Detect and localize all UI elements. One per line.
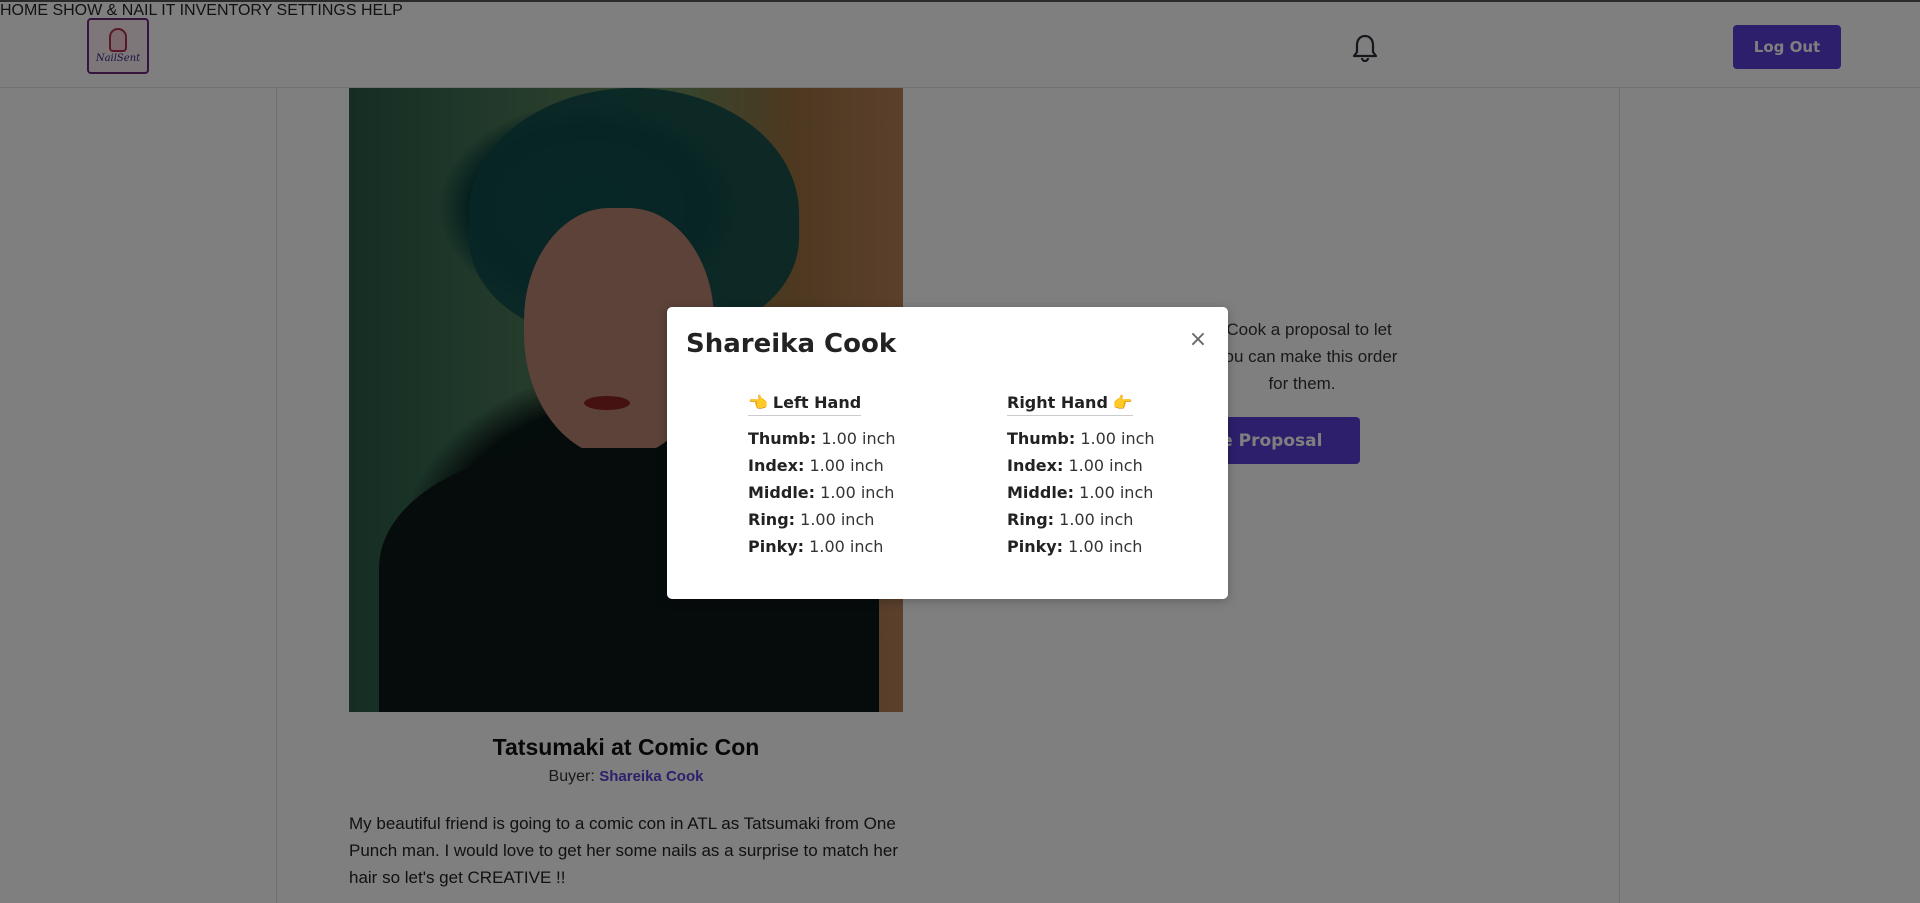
finger-value: 1.00 inch bbox=[820, 483, 895, 502]
finger-row: Index: 1.00 inch bbox=[748, 452, 948, 479]
finger-value: 1.00 inch bbox=[1080, 429, 1155, 448]
finger-row: Pinky: 1.00 inch bbox=[1007, 533, 1207, 560]
finger-value: 1.00 inch bbox=[1068, 537, 1143, 556]
finger-row: Middle: 1.00 inch bbox=[748, 479, 948, 506]
finger-value: 1.00 inch bbox=[800, 510, 875, 529]
finger-name: Thumb: bbox=[748, 429, 817, 448]
finger-value: 1.00 inch bbox=[1079, 483, 1154, 502]
finger-name: Index: bbox=[1007, 456, 1064, 475]
finger-value: 1.00 inch bbox=[821, 429, 896, 448]
finger-row: Middle: 1.00 inch bbox=[1007, 479, 1207, 506]
finger-name: Ring: bbox=[1007, 510, 1055, 529]
finger-row: Ring: 1.00 inch bbox=[748, 506, 948, 533]
modal-title: Shareika Cook bbox=[686, 329, 897, 359]
finger-name: Thumb: bbox=[1007, 429, 1076, 448]
left-hand-label: Left Hand bbox=[772, 393, 862, 412]
right-hand-label: Right Hand bbox=[1007, 393, 1108, 412]
right-hand-section: Right Hand 👉 Thumb: 1.00 inch Index: 1.0… bbox=[1007, 393, 1207, 560]
finger-name: Ring: bbox=[748, 510, 796, 529]
finger-value: 1.00 inch bbox=[809, 537, 884, 556]
finger-row: Index: 1.00 inch bbox=[1007, 452, 1207, 479]
finger-value: 1.00 inch bbox=[1059, 510, 1134, 529]
finger-row: Ring: 1.00 inch bbox=[1007, 506, 1207, 533]
finger-row: Pinky: 1.00 inch bbox=[748, 533, 948, 560]
pointing-right-hand-icon: 👉 bbox=[1112, 393, 1133, 412]
left-hand-section: 👈 Left Hand Thumb: 1.00 inch Index: 1.00… bbox=[748, 393, 948, 560]
finger-name: Pinky: bbox=[1007, 537, 1064, 556]
left-hand-heading: 👈 Left Hand bbox=[748, 393, 862, 416]
buyer-measurements-modal: Shareika Cook × 👈 Left Hand Thumb: 1.00 … bbox=[667, 307, 1228, 599]
right-hand-heading: Right Hand 👉 bbox=[1007, 393, 1133, 416]
finger-name: Pinky: bbox=[748, 537, 805, 556]
finger-row: Thumb: 1.00 inch bbox=[1007, 425, 1207, 452]
finger-value: 1.00 inch bbox=[809, 456, 884, 475]
finger-value: 1.00 inch bbox=[1068, 456, 1143, 475]
finger-name: Middle: bbox=[748, 483, 816, 502]
finger-row: Thumb: 1.00 inch bbox=[748, 425, 948, 452]
finger-name: Middle: bbox=[1007, 483, 1075, 502]
pointing-left-hand-icon: 👈 bbox=[748, 393, 768, 412]
finger-name: Index: bbox=[748, 456, 805, 475]
close-icon[interactable]: × bbox=[1187, 327, 1209, 352]
